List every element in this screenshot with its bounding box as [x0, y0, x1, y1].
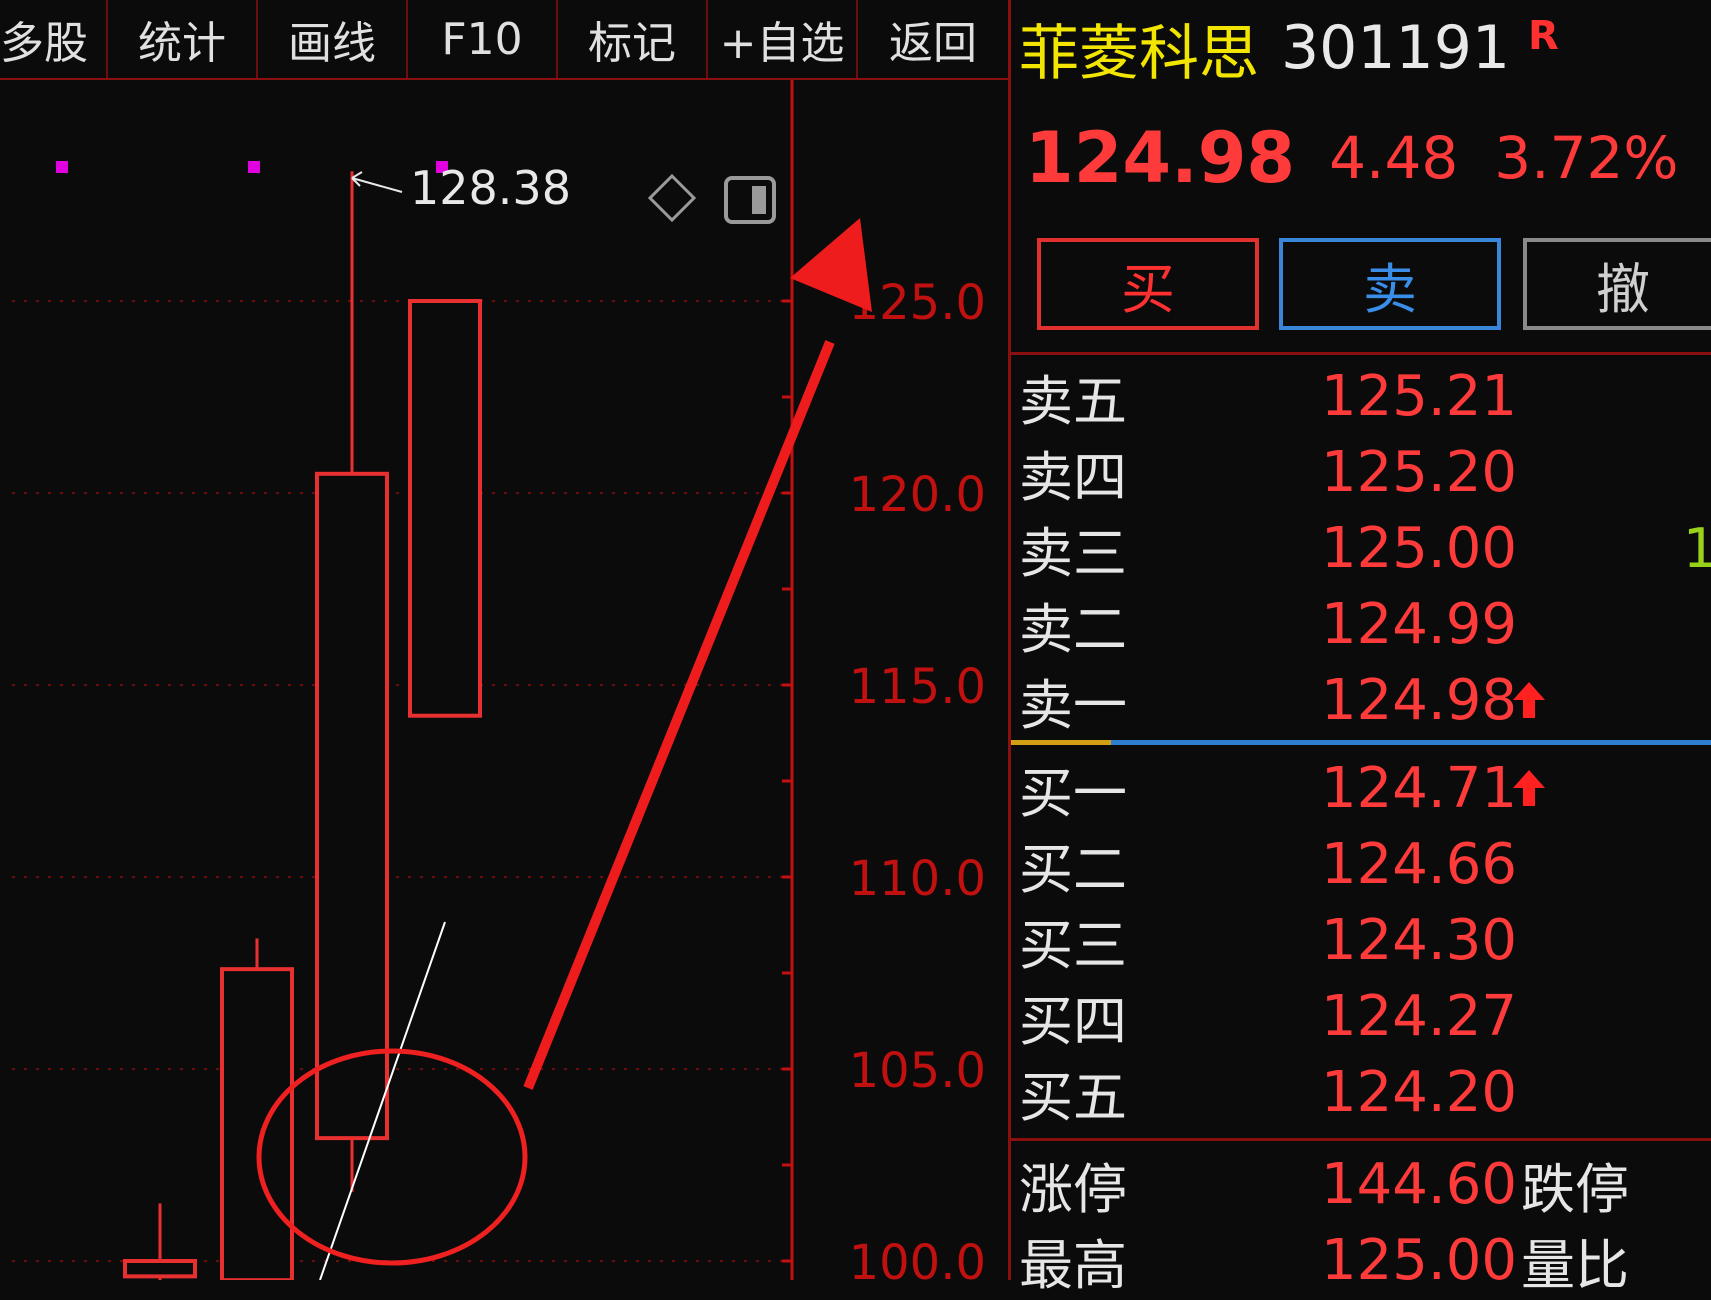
high-annotation-label: 128.38	[410, 161, 571, 215]
bid-price: 124.27	[1321, 983, 1517, 1049]
bid-label: 买五	[1019, 1065, 1127, 1129]
limit-down-label: 跌停	[1521, 1157, 1629, 1221]
bid-ask-divider	[1011, 740, 1711, 745]
stock-name: 菲菱科思	[1019, 18, 1259, 89]
chart-gridlines	[12, 300, 792, 1262]
candle-body[interactable]	[315, 471, 389, 1141]
buy-button[interactable]: 买	[1037, 238, 1259, 330]
ask-price: 125.21	[1321, 363, 1517, 429]
price-change-percent: 3.72%	[1494, 124, 1679, 192]
y-tick-label: 110.0	[849, 851, 986, 907]
stock-title: 菲菱科思 301191 R	[1019, 8, 1559, 89]
bid-label: 买三	[1019, 913, 1127, 977]
ask-row[interactable]: 卖二 124.99	[1011, 586, 1711, 662]
divider	[1011, 352, 1711, 355]
bid-row[interactable]: 买五 124.20	[1011, 1054, 1711, 1130]
y-tick-label: 105.0	[849, 1043, 986, 1099]
bid-label: 买四	[1019, 989, 1127, 1053]
bid-price: 124.30	[1321, 907, 1517, 973]
toolbar-draw-button[interactable]: 画线	[258, 0, 408, 78]
highlight-arrow	[523, 340, 835, 1090]
ask-row[interactable]: 卖四 125.20	[1011, 434, 1711, 510]
ask-label: 卖二	[1019, 597, 1127, 661]
toolbar-f10-button[interactable]: F10	[408, 0, 558, 78]
stock-code: 301191	[1281, 13, 1511, 83]
limit-up-label: 涨停	[1019, 1157, 1127, 1221]
sell-button[interactable]: 卖	[1279, 238, 1501, 330]
kline-chart[interactable]: 125.0 120.0 115.0 110.0 105.0 100.0 128.38	[0, 80, 1008, 1280]
bid-row[interactable]: 买二 124.66	[1011, 826, 1711, 902]
signal-marker	[56, 161, 68, 173]
ask-row[interactable]: 卖三 125.00 1	[1011, 510, 1711, 586]
high-label: 最高	[1019, 1233, 1127, 1297]
ask-label: 卖四	[1019, 445, 1127, 509]
ask-label: 卖三	[1019, 521, 1127, 585]
ask-price: 125.20	[1321, 439, 1517, 505]
candlesticks	[123, 171, 482, 1280]
candle-body[interactable]	[123, 1259, 197, 1279]
candle-body[interactable]	[408, 299, 482, 718]
panel-toggle-icon-fill	[752, 186, 766, 214]
bid-row[interactable]: 买四 124.27	[1011, 978, 1711, 1054]
bid-price: 124.71	[1321, 755, 1517, 821]
y-tick-label: 120.0	[849, 467, 986, 523]
bid-label: 买一	[1019, 761, 1127, 825]
bid-row[interactable]: 买三 124.30	[1011, 902, 1711, 978]
cancel-order-button[interactable]: 撤	[1523, 238, 1711, 330]
high-value: 125.00	[1321, 1227, 1517, 1293]
financing-badge: R	[1528, 13, 1559, 59]
diamond-icon[interactable]	[647, 173, 697, 223]
ask-price: 124.99	[1321, 591, 1517, 657]
limit-row: 涨停 144.60 跌停	[1011, 1146, 1711, 1222]
quote-panel: 菲菱科思 301191 R 124.98 4.48 3.72% 买 卖 撤 卖五…	[1011, 0, 1711, 1297]
ask-volume: 1	[1683, 516, 1711, 580]
ask-label: 卖五	[1019, 369, 1127, 433]
toolbar-stats-button[interactable]: 统计	[108, 0, 258, 78]
up-arrow-icon	[1513, 770, 1545, 806]
bid-ask-ratio-bar	[1011, 740, 1111, 745]
price-change: 4.48	[1329, 124, 1459, 192]
highlight-circle	[256, 1048, 528, 1266]
toolbar-mark-button[interactable]: 标记	[558, 0, 708, 78]
up-arrow-icon	[1513, 682, 1545, 718]
price-line: 124.98 4.48 3.72%	[1025, 117, 1679, 199]
bid-row[interactable]: 买一 124.71	[1011, 750, 1711, 826]
ask-label: 卖一	[1019, 673, 1127, 737]
high-row: 最高 125.00 量比	[1011, 1222, 1711, 1298]
bid-label: 买二	[1019, 837, 1127, 901]
ask-price: 124.98	[1321, 667, 1517, 733]
arrow-head-icon	[790, 218, 872, 312]
y-tick-label: 100.0	[849, 1235, 986, 1280]
bid-price: 124.66	[1321, 831, 1517, 897]
chart-toolbar: 多股 统计 画线 F10 标记 +自选 返回	[0, 0, 1008, 80]
toolbar-back-button[interactable]: 返回	[858, 0, 1008, 78]
divider	[1011, 1138, 1711, 1141]
ask-row[interactable]: 卖五 125.21	[1011, 358, 1711, 434]
signal-marker	[248, 161, 260, 173]
volume-ratio-label: 量比	[1521, 1233, 1629, 1297]
ask-price: 125.00	[1321, 515, 1517, 581]
y-tick-label: 115.0	[849, 659, 986, 715]
toolbar-multi-stock-button[interactable]: 多股	[0, 0, 108, 78]
last-price: 124.98	[1025, 117, 1296, 199]
ask-row[interactable]: 卖一 124.98	[1011, 662, 1711, 738]
toolbar-add-watchlist-button[interactable]: +自选	[708, 0, 858, 78]
panel-toggle-icon[interactable]	[724, 176, 776, 224]
limit-up-value: 144.60	[1321, 1151, 1517, 1217]
price-axis-ticks: 125.0120.0115.0110.0105.0100.0	[782, 275, 986, 1280]
bid-price: 124.20	[1321, 1059, 1517, 1125]
candle-body[interactable]	[220, 967, 294, 1280]
